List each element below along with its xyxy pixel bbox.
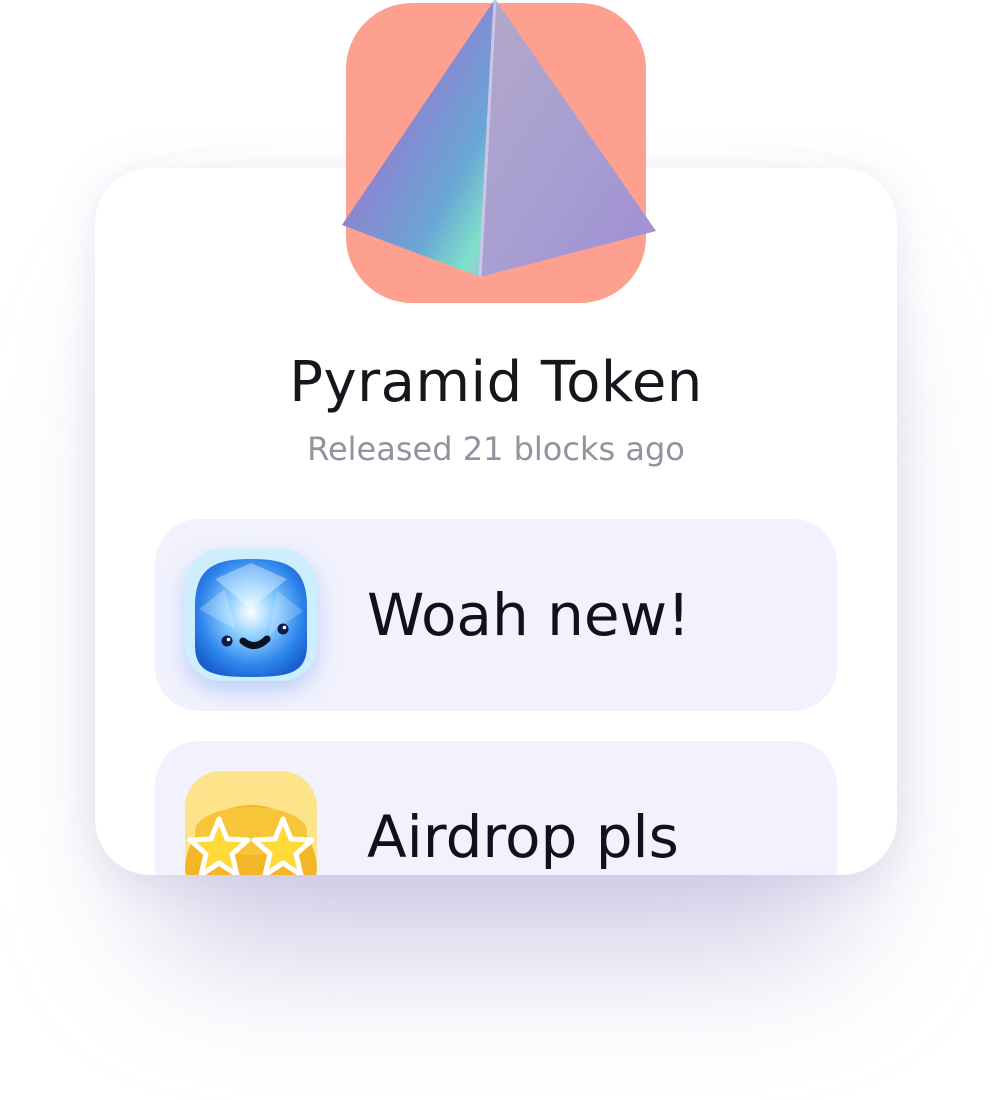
stage: Woah new! Airdrop pls Pyramid Token Rele… [0, 0, 992, 1100]
pyramid-icon [342, 0, 656, 278]
release-info: Released 21 blocks ago [307, 430, 685, 468]
token-icon [342, 0, 656, 303]
gem-face-avatar [185, 549, 317, 681]
comment-item[interactable]: Airdrop pls [155, 741, 837, 875]
star-eyes-icon [185, 805, 317, 875]
token-name: Pyramid Token [289, 350, 703, 415]
comment-item[interactable]: Woah new! [155, 519, 837, 711]
comment-text: Airdrop pls [367, 803, 679, 871]
gem-face-icon [195, 559, 307, 677]
star-eyes-avatar [185, 771, 317, 875]
comment-text: Woah new! [367, 581, 691, 649]
